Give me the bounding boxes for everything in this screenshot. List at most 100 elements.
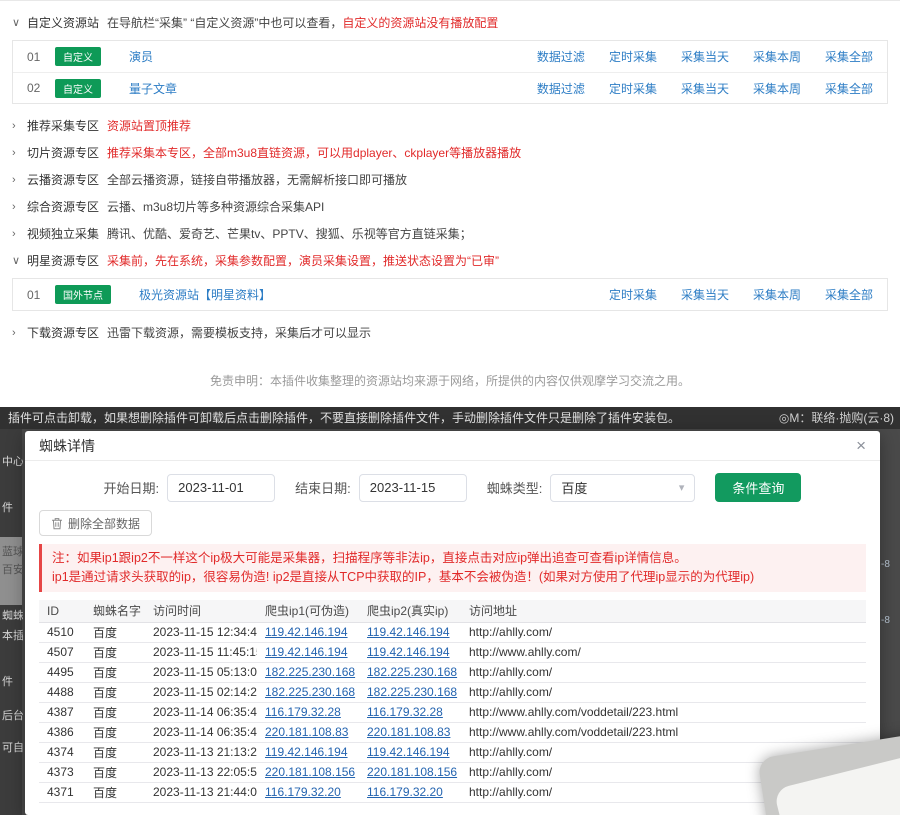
cell-spider-name: 百度	[85, 662, 145, 682]
clipped-text-fragment: 蓝球	[2, 543, 23, 559]
section-desc-red: 推荐采集本专区，全部m3u8直链资源，可以用dplayer、ckplayer等播…	[107, 144, 521, 161]
spider-filter-form: 开始日期: 结束日期: 蜘蛛类型: 百度 ▾ 条件查询	[39, 473, 866, 502]
table-row: 4371 百度 2023-11-13 21:44:07 116.179.32.2…	[39, 782, 866, 802]
ip2-link[interactable]: 220.181.108.156	[367, 765, 457, 779]
star-resource-list: 01 国外节点 极光资源站【明星资料】 定时采集 采集当天 采集本周 采集全部	[12, 278, 888, 311]
section-slice-resource[interactable]: › 切片资源专区 推荐采集本专区，全部m3u8直链资源，可以用dplayer、c…	[12, 139, 888, 166]
table-header-row: ID 蜘蛛名字 访问时间 爬虫ip1(可伪造) 爬虫ip2(真实ip) 访问地址	[39, 600, 866, 622]
ip2-link[interactable]: 116.179.32.20	[367, 785, 443, 799]
ip1-link[interactable]: 182.225.230.168	[265, 685, 355, 699]
end-date-label: 结束日期:	[295, 478, 351, 497]
notice-right-fragment: ◎M：联络·抛购(云·8)	[779, 407, 894, 429]
resource-name-link[interactable]: 极光资源站【明星资料】	[139, 286, 271, 303]
section-title: 下载资源专区	[27, 324, 99, 341]
close-icon[interactable]: ×	[856, 437, 866, 454]
section-star-resource[interactable]: ∨ 明星资源专区 采集前，先在系统，采集参数配置，演员采集设置，推送状态设置为“…	[12, 247, 888, 274]
section-download-resource[interactable]: › 下载资源专区 迅雷下载资源，需要模板支持，采集后才可以显示	[12, 319, 888, 346]
clipped-text-fragment: 中心	[2, 453, 23, 469]
clipped-text-fragment: 件	[2, 673, 23, 689]
action-timed-collect[interactable]: 定时采集	[609, 80, 657, 97]
action-collect-today[interactable]: 采集当天	[681, 80, 729, 97]
ip2-link[interactable]: 182.225.230.168	[367, 685, 457, 699]
clipped-text-fragment: -8	[881, 615, 899, 626]
ip1-link[interactable]: 116.179.32.28	[265, 705, 341, 719]
query-button[interactable]: 条件查询	[715, 473, 801, 502]
table-row: 4507 百度 2023-11-15 11:45:15 119.42.146.1…	[39, 642, 866, 662]
table-row: 4495 百度 2023-11-15 05:13:05 182.225.230.…	[39, 662, 866, 682]
section-recommend-collect[interactable]: › 推荐采集专区 资源站置顶推荐	[12, 112, 888, 139]
cell-id: 4488	[39, 682, 85, 702]
action-timed-collect[interactable]: 定时采集	[609, 286, 657, 303]
ip2-link[interactable]: 119.42.146.194	[367, 745, 450, 759]
node-badge: 国外节点	[55, 285, 111, 304]
section-custom-resource-station[interactable]: ∨ 自定义资源站 在导航栏“采集” “自定义资源”中也可以查看， 自定义的资源站…	[12, 9, 888, 36]
cell-visit-time: 2023-11-15 12:34:43	[145, 622, 257, 642]
cell-spider-name: 百度	[85, 762, 145, 782]
section-title: 综合资源专区	[27, 198, 99, 215]
ip1-link[interactable]: 119.42.146.194	[265, 645, 348, 659]
cell-visit-url: http://ahlly.com/	[461, 682, 866, 702]
section-desc: 腾讯、优酷、爱奇艺、芒果tv、PPTV、搜狐、乐视等官方直链采集；	[107, 225, 472, 242]
action-collect-today[interactable]: 采集当天	[681, 48, 729, 65]
spider-type-select[interactable]: 百度 ▾	[550, 474, 695, 502]
cell-spider-name: 百度	[85, 622, 145, 642]
type-badge: 自定义	[55, 79, 101, 98]
action-collect-week[interactable]: 采集本周	[753, 286, 801, 303]
resource-row: 01 国外节点 极光资源站【明星资料】 定时采集 采集当天 采集本周 采集全部	[13, 279, 887, 310]
delete-all-button[interactable]: 删除全部数据	[39, 510, 152, 536]
section-title: 云播资源专区	[27, 171, 99, 188]
action-collect-today[interactable]: 采集当天	[681, 286, 729, 303]
ip1-link[interactable]: 119.42.146.194	[265, 745, 348, 759]
chevron-down-icon: ∨	[12, 254, 27, 267]
cell-spider-name: 百度	[85, 642, 145, 662]
action-collect-week[interactable]: 采集本周	[753, 48, 801, 65]
action-collect-all[interactable]: 采集全部	[825, 48, 873, 65]
action-data-filter[interactable]: 数据过滤	[537, 80, 585, 97]
section-title: 自定义资源站	[27, 14, 99, 31]
ip1-link[interactable]: 116.179.32.20	[265, 785, 341, 799]
cell-visit-time: 2023-11-13 21:44:07	[145, 782, 257, 802]
action-timed-collect[interactable]: 定时采集	[609, 48, 657, 65]
ip2-link[interactable]: 119.42.146.194	[367, 645, 450, 659]
clipped-text-fragment: 本插	[2, 627, 23, 643]
resource-station-panel: ∨ 自定义资源站 在导航栏“采集” “自定义资源”中也可以查看， 自定义的资源站…	[0, 0, 900, 407]
ip1-link[interactable]: 220.181.108.156	[265, 765, 355, 779]
custom-resource-list: 01 自定义 演员 数据过滤 定时采集 采集当天 采集本周 采集全部 02 自定…	[12, 40, 888, 104]
start-date-input[interactable]	[167, 474, 275, 502]
dimmed-background: 插件可点击卸载，如果想删除插件可卸载后点击删除插件，不要直接删除插件文件，手动删…	[0, 407, 900, 815]
section-video-direct[interactable]: › 视频独立采集 腾讯、优酷、爱奇艺、芒果tv、PPTV、搜狐、乐视等官方直链采…	[12, 220, 888, 247]
ip2-link[interactable]: 220.181.108.83	[367, 725, 450, 739]
ip-warning-note: 注：如果ip1跟ip2不一样这个ip极大可能是采集器，扫描程序等非法ip，直接点…	[39, 544, 866, 592]
action-collect-all[interactable]: 采集全部	[825, 286, 873, 303]
ip1-link[interactable]: 220.181.108.83	[265, 725, 348, 739]
spider-visit-table: ID 蜘蛛名字 访问时间 爬虫ip1(可伪造) 爬虫ip2(真实ip) 访问地址…	[39, 600, 866, 803]
action-collect-all[interactable]: 采集全部	[825, 80, 873, 97]
table-row: 4510 百度 2023-11-15 12:34:43 119.42.146.1…	[39, 622, 866, 642]
ip2-link[interactable]: 116.179.32.28	[367, 705, 443, 719]
ip2-link[interactable]: 119.42.146.194	[367, 625, 450, 639]
resource-name-link[interactable]: 量子文章	[129, 80, 177, 97]
table-row: 4386 百度 2023-11-14 06:35:41 220.181.108.…	[39, 722, 866, 742]
ip1-link[interactable]: 182.225.230.168	[265, 665, 355, 679]
cell-spider-name: 百度	[85, 722, 145, 742]
clipped-text-fragment: 可自	[2, 739, 23, 755]
cell-visit-time: 2023-11-15 11:45:15	[145, 642, 257, 662]
action-data-filter[interactable]: 数据过滤	[537, 48, 585, 65]
ip1-link[interactable]: 119.42.146.194	[265, 625, 348, 639]
col-header-ip1: 爬虫ip1(可伪造)	[257, 600, 359, 622]
cell-id: 4371	[39, 782, 85, 802]
action-collect-week[interactable]: 采集本周	[753, 80, 801, 97]
delete-row: 删除全部数据	[39, 510, 866, 536]
row-index: 02	[27, 81, 55, 95]
section-title: 推荐采集专区	[27, 117, 99, 134]
section-cloud-play[interactable]: › 云播资源专区 全部云播资源，链接自带播放器，无需解析接口即可播放	[12, 166, 888, 193]
end-date-input[interactable]	[359, 474, 467, 502]
clipped-text-fragment: 件	[2, 499, 23, 515]
table-row: 4374 百度 2023-11-13 21:13:21 119.42.146.1…	[39, 742, 866, 762]
resource-name-link[interactable]: 演员	[129, 48, 153, 65]
section-composite-resource[interactable]: › 综合资源专区 云播、m3u8切片等多种资源综合采集API	[12, 193, 888, 220]
section-title: 切片资源专区	[27, 144, 99, 161]
ip2-link[interactable]: 182.225.230.168	[367, 665, 457, 679]
section-desc: 全部云播资源，链接自带播放器，无需解析接口即可播放	[107, 171, 407, 188]
col-header-name: 蜘蛛名字	[85, 600, 145, 622]
